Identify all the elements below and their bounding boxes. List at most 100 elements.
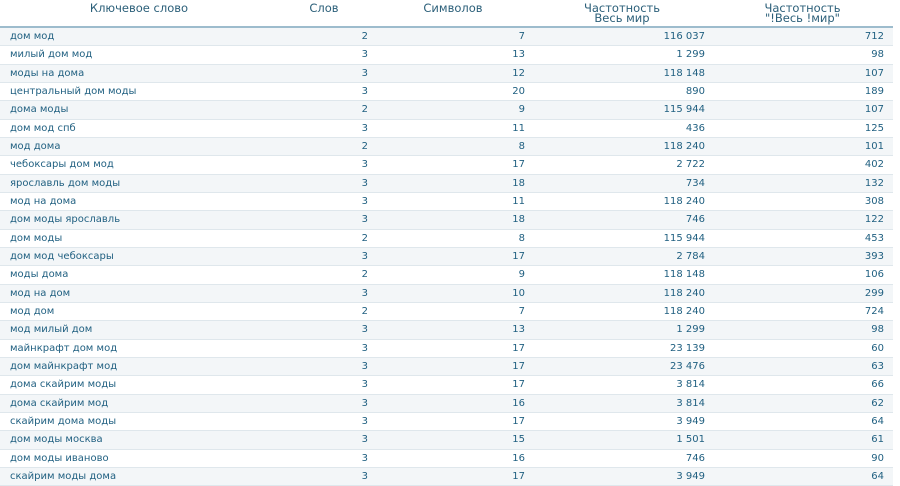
keyword-cell: дом мод спб [10, 122, 76, 134]
column-header-chars-label: Символов [423, 1, 483, 15]
chars-cell: 9 [518, 269, 525, 281]
table-row[interactable]: дом мод 2 7 116 037 712 [0, 28, 893, 47]
chars-cell: 7 [518, 306, 525, 318]
chars-cell: 11 [512, 122, 525, 134]
exact-frequency-cell: 189 [864, 86, 884, 98]
table-row[interactable]: дом моды иваново 3 16 746 90 [0, 449, 893, 468]
keyword-cell: мод на дома [10, 196, 77, 208]
words-cell: 2 [361, 232, 368, 244]
exact-frequency-cell: 308 [864, 196, 884, 208]
words-cell: 3 [361, 159, 368, 171]
keyword-table: Ключевое слово Слов Символов Частотность… [0, 0, 893, 486]
chars-cell: 17 [512, 379, 525, 391]
exact-frequency-cell: 61 [871, 434, 884, 446]
words-cell: 3 [361, 452, 368, 464]
chars-cell: 13 [512, 324, 525, 336]
frequency-cell: 1 299 [676, 324, 705, 336]
table-row[interactable]: милый дом мод 3 13 1 299 98 [0, 46, 893, 65]
keyword-cell: моды на дома [10, 67, 85, 79]
frequency-cell: 118 148 [663, 269, 705, 281]
keyword-cell: мод на дом [10, 287, 71, 299]
frequency-cell: 734 [685, 177, 705, 189]
table-row[interactable]: скайрим дома моды 3 17 3 949 64 [0, 412, 893, 432]
keyword-cell: скайрим моды дома [10, 471, 117, 483]
chars-cell: 15 [512, 434, 525, 446]
column-header-chars[interactable]: Символов [374, 0, 532, 26]
keyword-cell: мод дома [10, 141, 61, 153]
column-header-frequency-line2: Весь мир [594, 11, 650, 25]
table-row[interactable]: чебоксары дом мод 3 17 2 722 402 [0, 156, 893, 175]
table-row[interactable]: дом мод спб 3 11 436 125 [0, 119, 893, 138]
table-row[interactable]: дома скайрим моды 3 17 3 814 66 [0, 376, 893, 395]
frequency-cell: 436 [685, 122, 705, 134]
words-cell: 3 [361, 214, 368, 226]
keyword-cell: дом моды иваново [10, 452, 109, 464]
keyword-cell: чебоксары дом мод [10, 159, 114, 171]
keyword-cell: дом моды москва [10, 434, 103, 446]
table-row[interactable]: майнкрафт дом мод 3 17 23 139 60 [0, 339, 893, 358]
frequency-cell: 3 814 [676, 397, 705, 409]
table-row[interactable]: моды дома 2 9 118 148 106 [0, 266, 893, 285]
keyword-cell: дома моды [10, 104, 69, 116]
table-row[interactable]: центральный дом моды 3 20 890 189 [0, 82, 893, 102]
keyword-cell: ярославль дом моды [10, 177, 121, 189]
keyword-cell: милый дом мод [10, 49, 93, 61]
table-row[interactable]: скайрим моды дома 3 17 3 949 64 [0, 467, 893, 486]
frequency-cell: 118 240 [663, 196, 705, 208]
chars-cell: 8 [518, 232, 525, 244]
exact-frequency-cell: 107 [864, 104, 884, 116]
chars-cell: 11 [512, 196, 525, 208]
table-row[interactable]: моды на дома 3 12 118 148 107 [0, 64, 893, 83]
frequency-cell: 115 944 [663, 232, 705, 244]
table-row[interactable]: дома скайрим мод 3 16 3 814 62 [0, 394, 893, 413]
words-cell: 3 [361, 416, 368, 428]
column-header-words[interactable]: Слов [274, 0, 374, 26]
exact-frequency-cell: 64 [871, 416, 884, 428]
keyword-cell: моды дома [10, 269, 69, 281]
table-row[interactable]: мод на дом 3 10 118 240 299 [0, 284, 893, 303]
table-row[interactable]: дом майнкрафт мод 3 17 23 476 63 [0, 357, 893, 377]
keyword-cell: центральный дом моды [10, 86, 137, 98]
words-cell: 3 [361, 177, 368, 189]
keyword-cell: скайрим дома моды [10, 416, 117, 428]
exact-frequency-cell: 98 [871, 49, 884, 61]
frequency-cell: 3 814 [676, 379, 705, 391]
frequency-cell: 118 240 [663, 306, 705, 318]
exact-frequency-cell: 107 [864, 67, 884, 79]
column-header-keyword[interactable]: Ключевое слово [4, 0, 274, 26]
exact-frequency-cell: 64 [871, 471, 884, 483]
chars-cell: 16 [512, 397, 525, 409]
keyword-cell: мод милый дом [10, 324, 93, 336]
table-row[interactable]: дома моды 2 9 115 944 107 [0, 101, 893, 120]
table-row[interactable]: дом моды 2 8 115 944 453 [0, 229, 893, 248]
words-cell: 3 [361, 196, 368, 208]
exact-frequency-cell: 60 [871, 342, 884, 354]
words-cell: 3 [361, 86, 368, 98]
column-header-exact-frequency[interactable]: Частотность "!Весь !мир" [712, 0, 893, 26]
table-row[interactable]: мод дома 2 8 118 240 101 [0, 137, 893, 157]
table-row[interactable]: дом мод чебоксары 3 17 2 784 393 [0, 247, 893, 267]
table-row[interactable]: мод на дома 3 11 118 240 308 [0, 192, 893, 212]
table-row[interactable]: мод милый дом 3 13 1 299 98 [0, 321, 893, 340]
words-cell: 2 [361, 104, 368, 116]
table-row[interactable]: мод дом 2 7 118 240 724 [0, 302, 893, 322]
chars-cell: 17 [512, 361, 525, 373]
words-cell: 2 [361, 269, 368, 281]
chars-cell: 16 [512, 452, 525, 464]
table-header: Ключевое слово Слов Символов Частотность… [0, 0, 893, 28]
frequency-cell: 1 501 [676, 434, 705, 446]
exact-frequency-cell: 101 [864, 141, 884, 153]
words-cell: 3 [361, 324, 368, 336]
exact-frequency-cell: 299 [864, 287, 884, 299]
column-header-frequency[interactable]: Частотность Весь мир [532, 0, 712, 26]
table-row[interactable]: ярославль дом моды 3 18 734 132 [0, 174, 893, 193]
table-row[interactable]: дом моды москва 3 15 1 501 61 [0, 431, 893, 450]
frequency-cell: 3 949 [676, 416, 705, 428]
keyword-cell: дом мод [10, 31, 55, 43]
words-cell: 2 [361, 31, 368, 43]
chars-cell: 10 [512, 287, 525, 299]
table-row[interactable]: дом моды ярославль 3 18 746 122 [0, 211, 893, 230]
words-cell: 3 [361, 67, 368, 79]
frequency-cell: 746 [685, 452, 705, 464]
column-header-exact-frequency-line2: "!Весь !мир" [765, 11, 840, 25]
